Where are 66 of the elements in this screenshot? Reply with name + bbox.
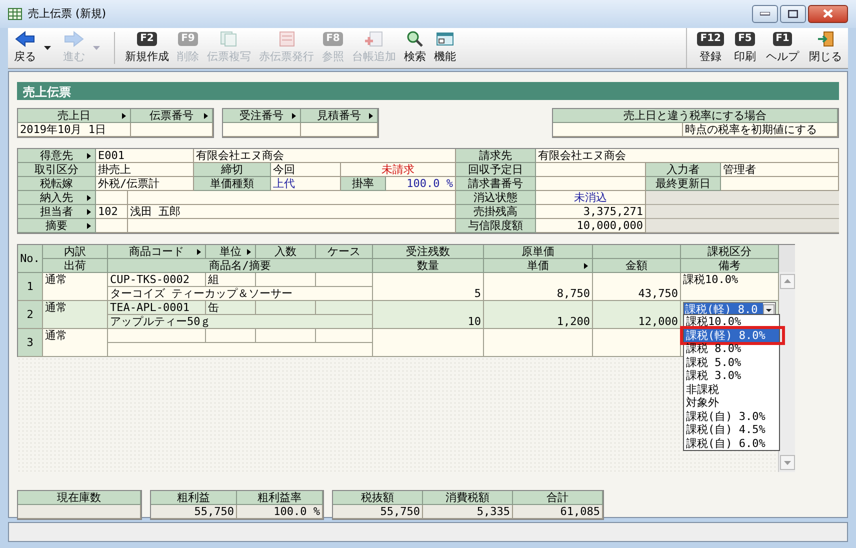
field-label: 売上日 <box>58 109 90 122</box>
total-label: 合計 <box>513 491 603 505</box>
field-label: 単価種類 <box>210 177 254 190</box>
row-number: 3 <box>18 329 43 357</box>
total-value: 55,750 <box>333 505 423 519</box>
field-label: 入力者 <box>666 163 700 176</box>
field-label: 回収予定日 <box>468 163 523 176</box>
table-cell: 課税10.0% <box>683 273 738 286</box>
field-label: 税転嫁 <box>40 177 73 190</box>
column-label: 受注残数 <box>406 245 450 258</box>
column-label: No. <box>20 252 40 265</box>
key-badge: F12 <box>697 32 724 46</box>
key-badge: F1 <box>772 32 792 46</box>
row-number: 2 <box>18 301 43 329</box>
field-label: 見積番号 <box>317 109 361 122</box>
field-label: 摘要 <box>46 219 68 232</box>
total-value: 55,750 <box>151 505 237 519</box>
column-label: 入数 <box>274 245 296 258</box>
field-label: 取引区分 <box>34 163 78 176</box>
field-label: 担当者 <box>40 205 73 218</box>
column-label: 原単価 <box>522 245 554 258</box>
column-label: 単位 <box>220 245 242 258</box>
field-label: 最終更新日 <box>656 177 710 190</box>
total-value: 61,085 <box>513 505 603 519</box>
field-label: 請求書番号 <box>468 177 523 190</box>
table-cell: 缶 <box>206 301 256 315</box>
column-label: 課税区分 <box>708 245 752 258</box>
field-label: 消込状態 <box>474 191 518 204</box>
total-label: 税抜額 <box>333 491 423 505</box>
column-label: 金額 <box>626 259 648 272</box>
table-cell: 通常 <box>43 329 108 357</box>
field-label: 受注番号 <box>240 109 284 122</box>
column-label: 備考 <box>718 259 740 272</box>
field-label: 売掛残高 <box>474 205 518 218</box>
column-label: ケース <box>328 245 360 258</box>
note-title: 売上日と違う税率にする場合 <box>553 109 838 123</box>
field-label: 得意先 <box>40 149 73 162</box>
note-text: 時点の税率を初期値にする <box>683 123 838 137</box>
column-label: 商品名/摘要 <box>209 259 271 272</box>
key-badge: F9 <box>178 32 198 46</box>
total-value: 5,335 <box>423 505 513 519</box>
row-number: 1 <box>18 273 43 301</box>
table-cell: 組 <box>206 273 256 287</box>
total-label: 粗利益率 <box>237 491 323 505</box>
field-label: 伝票番号 <box>150 109 194 122</box>
section-header: 売上伝票 <box>17 82 839 100</box>
table-cell: TEA-APL-0001 <box>108 301 206 315</box>
total-label: 粗利益 <box>151 491 237 505</box>
field-label: 掛率 <box>352 177 374 190</box>
column-label: 数量 <box>417 259 439 272</box>
field-label: 締切 <box>221 163 243 176</box>
field-label: 納入先 <box>40 191 73 204</box>
column-label: 内訳 <box>64 245 86 258</box>
key-badge: F8 <box>323 32 343 46</box>
total-value: 100.0 % <box>237 505 323 519</box>
column-label: 商品コード <box>129 245 184 258</box>
table-cell: CUP-TKS-0002 <box>108 273 206 287</box>
total-label: 現在庫数 <box>18 491 141 505</box>
column-label: 単価 <box>527 259 549 272</box>
key-badge: F5 <box>735 32 755 46</box>
window-title: 売上伝票 (新規) <box>28 6 106 22</box>
total-label: 消費税額 <box>423 491 513 505</box>
column-label: 出荷 <box>64 259 86 272</box>
key-badge: F2 <box>137 32 157 46</box>
field-label: 与信限度額 <box>468 219 523 232</box>
field-label: 請求先 <box>479 149 512 162</box>
